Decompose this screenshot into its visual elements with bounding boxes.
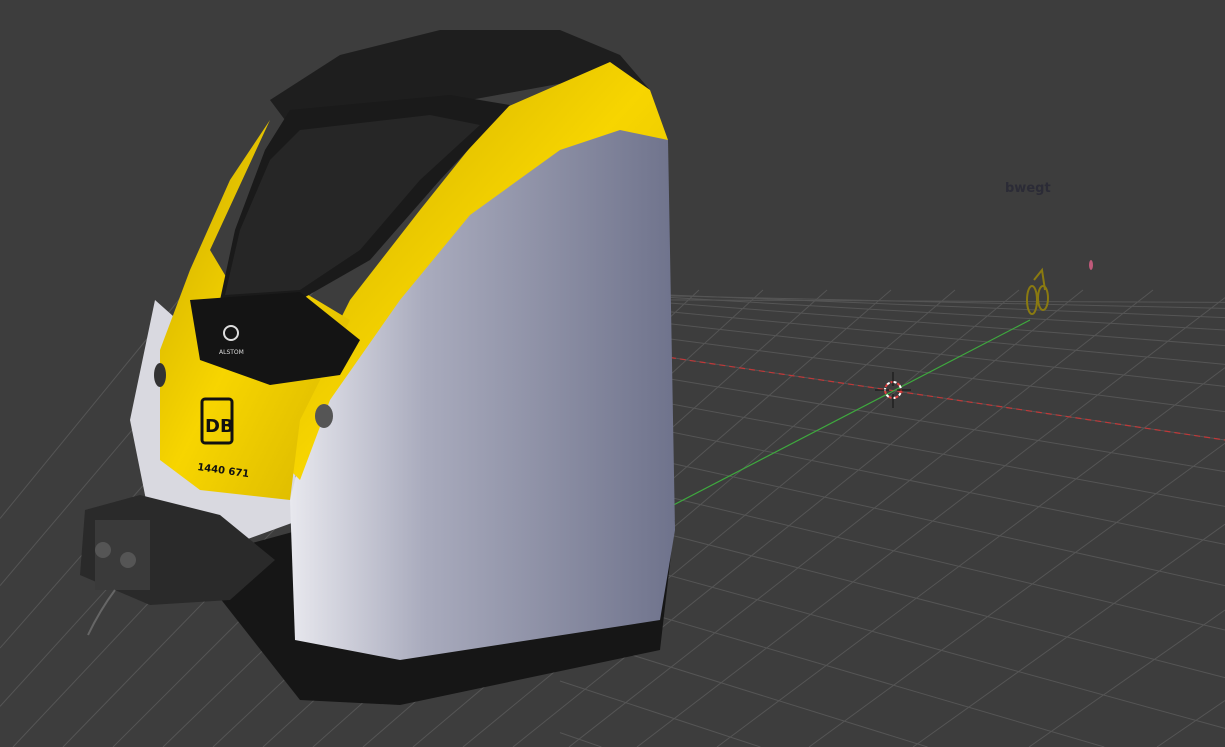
x-axis-line xyxy=(659,355,1225,441)
pink-object[interactable] xyxy=(1089,260,1093,270)
train-model[interactable]: ALSTOM DB 1440 671 xyxy=(80,30,675,705)
svg-text:ALSTOM: ALSTOM xyxy=(219,349,244,356)
grid-line xyxy=(1028,609,1225,747)
y-axis-line xyxy=(659,319,1031,513)
bicycle-object[interactable] xyxy=(1026,267,1049,315)
grid-line xyxy=(636,297,1225,747)
grid-line xyxy=(559,732,602,747)
background-sign[interactable]: bwegt xyxy=(1003,176,1063,196)
grid-line xyxy=(716,367,1225,747)
grid-line xyxy=(1156,700,1225,747)
3d-cursor-icon[interactable] xyxy=(875,372,911,408)
viewport-canvas[interactable]: bwegt ALSTOM DB 1440 671 xyxy=(0,0,1225,747)
svg-text:DB: DB xyxy=(205,416,234,437)
grid-line xyxy=(808,442,1225,747)
3d-viewport[interactable]: bwegt ALSTOM DB 1440 671 xyxy=(0,0,1225,747)
sign-text: bwegt xyxy=(1005,181,1051,196)
